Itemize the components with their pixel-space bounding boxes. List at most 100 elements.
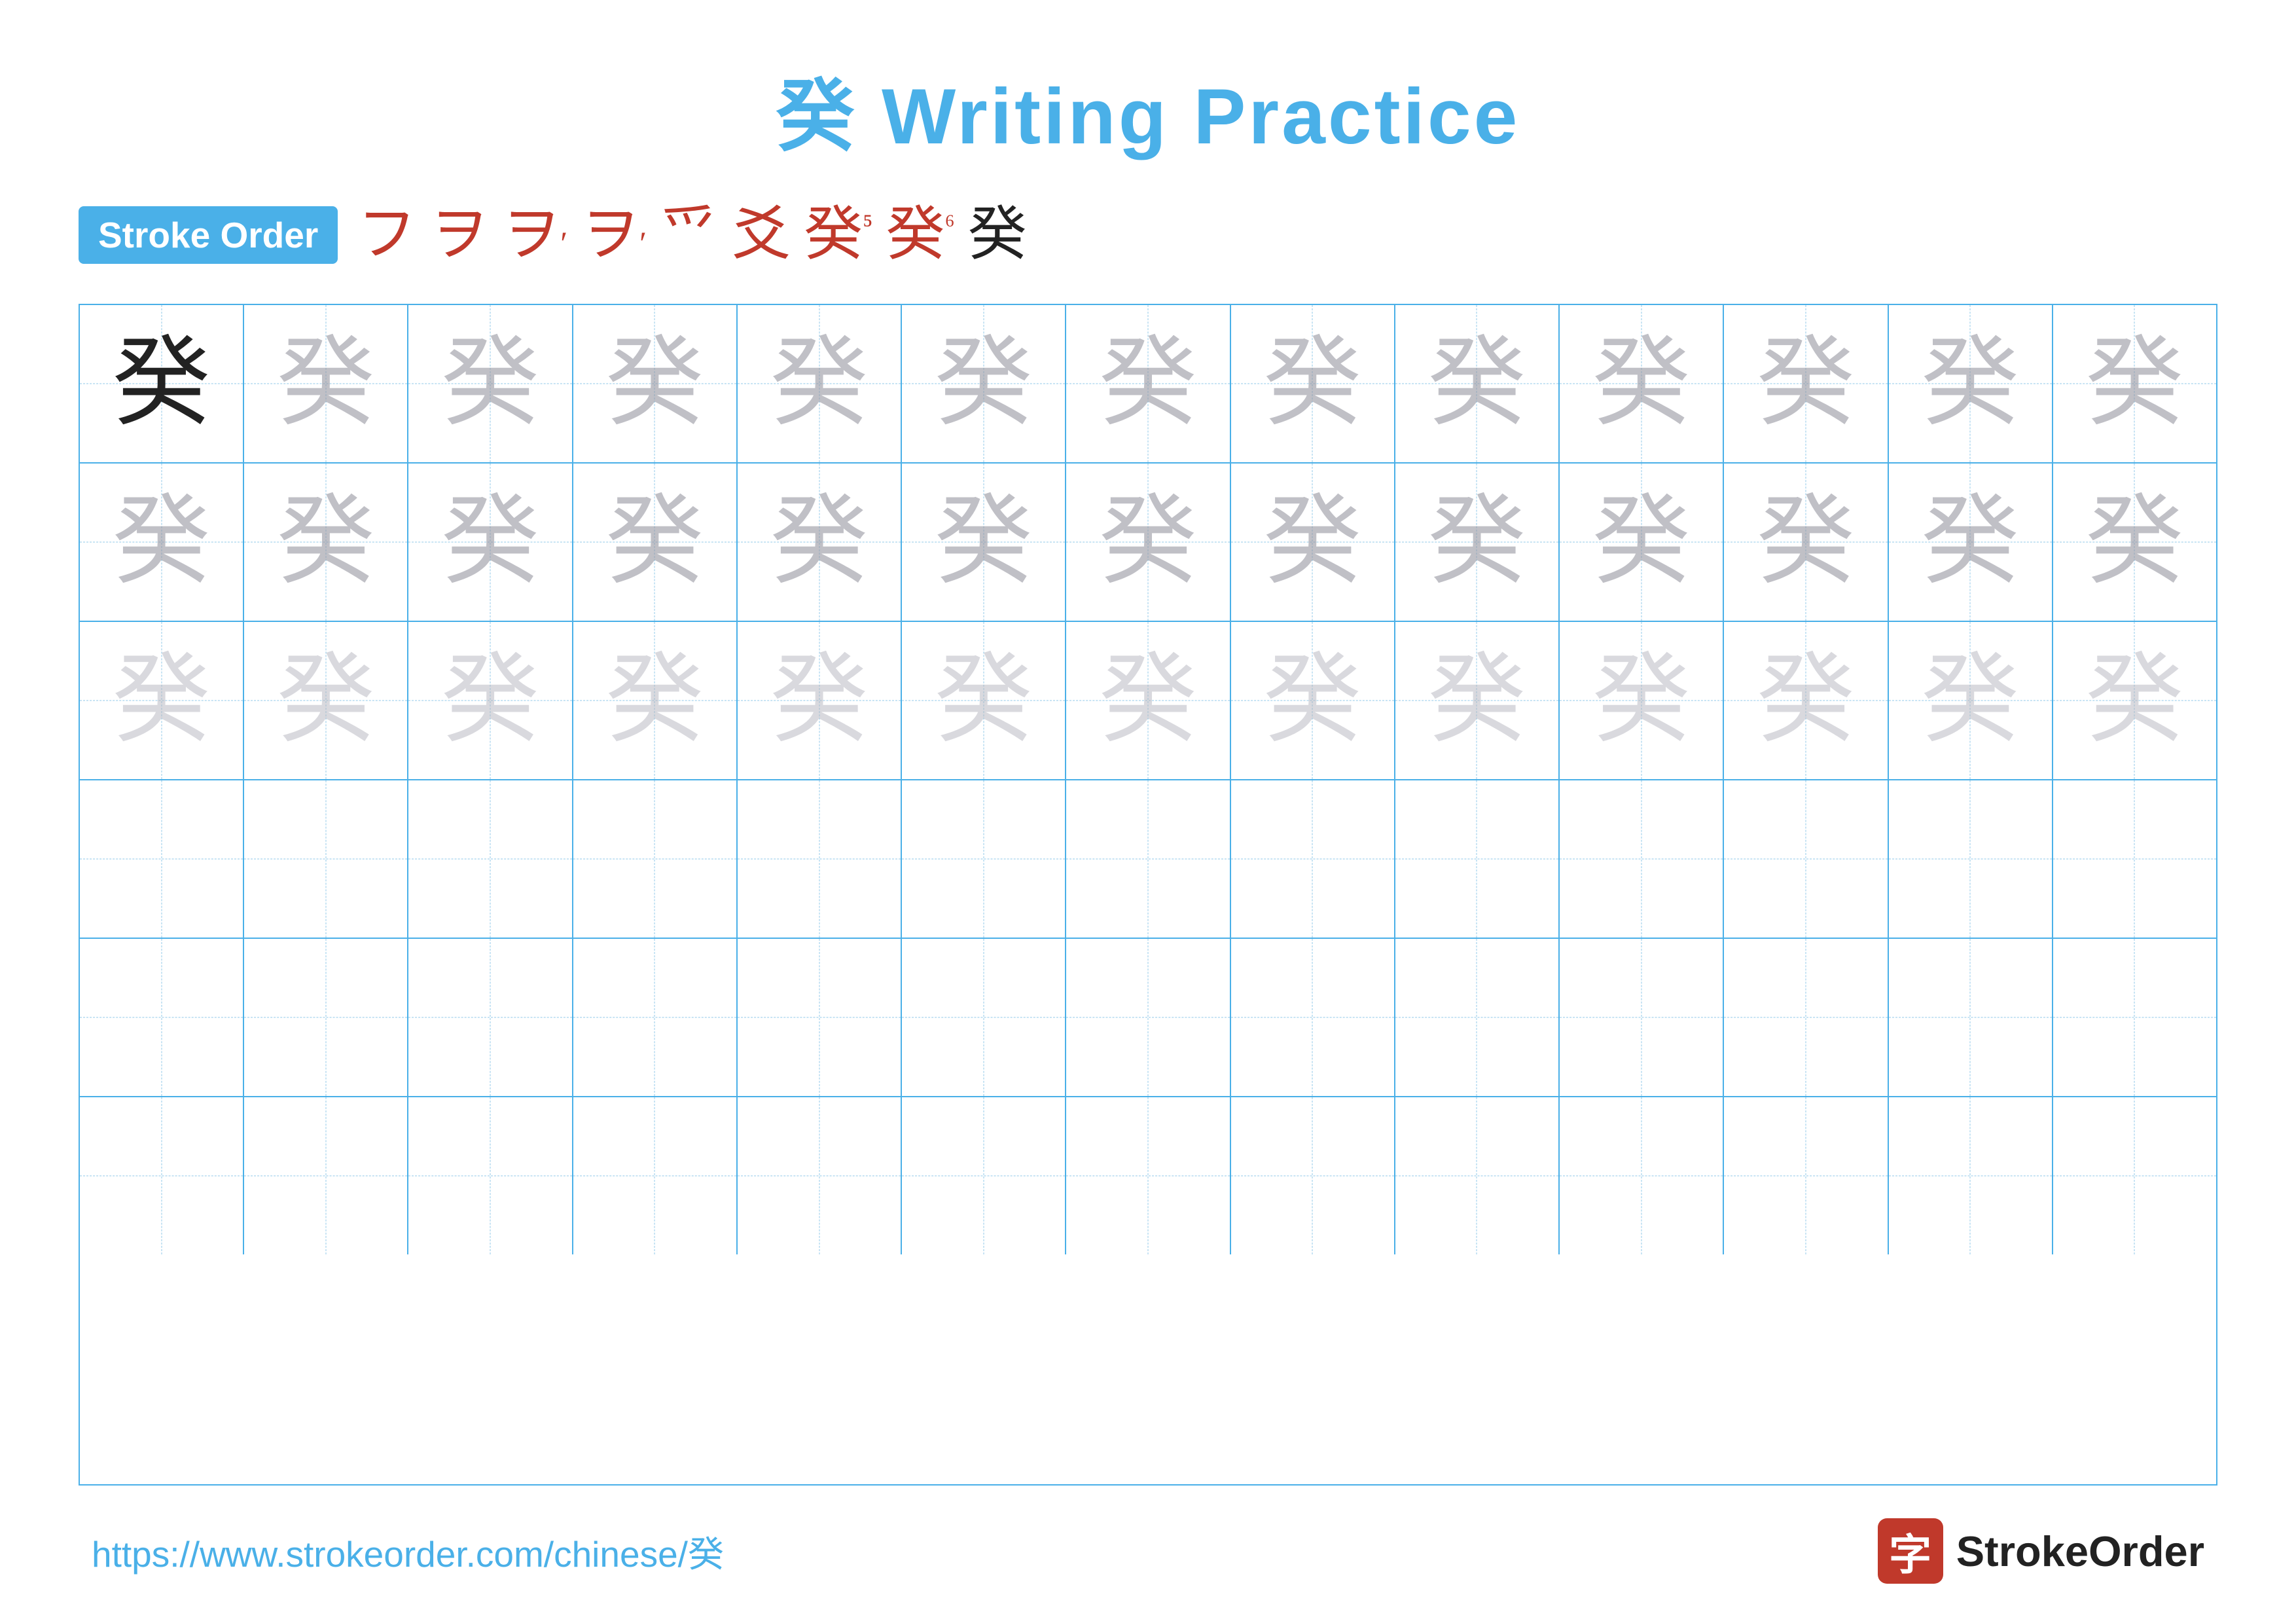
char-ghost: 癸 (1263, 335, 1361, 433)
char-ghost: 癸 (1427, 335, 1526, 433)
cell-5-3[interactable] (408, 939, 573, 1096)
cell-5-4[interactable] (573, 939, 738, 1096)
cell-2-11: 癸 (1724, 464, 1888, 621)
cell-6-5[interactable] (738, 1097, 902, 1254)
char-ghost: 癸 (935, 493, 1033, 591)
cell-1-6: 癸 (902, 305, 1066, 462)
cell-5-5[interactable] (738, 939, 902, 1096)
char-ghost: 癸 (277, 651, 375, 750)
char-ghost: 癸 (441, 493, 539, 591)
cell-4-11[interactable] (1724, 780, 1888, 938)
cell-6-9[interactable] (1395, 1097, 1560, 1254)
title-char: 癸 (776, 73, 857, 160)
cell-6-13[interactable] (2053, 1097, 2216, 1254)
page: 癸 Writing Practice Stroke Order フ ヲ ヲ′ ヲ… (0, 0, 2296, 1623)
stroke-3: ヲ′ (501, 206, 567, 264)
cell-2-12: 癸 (1889, 464, 2053, 621)
footer: https://www.strokeorder.com/chinese/癸 字 … (79, 1518, 2217, 1584)
cell-6-7[interactable] (1066, 1097, 1230, 1254)
cell-5-9[interactable] (1395, 939, 1560, 1096)
cell-6-1[interactable] (80, 1097, 244, 1254)
cell-1-2: 癸 (244, 305, 408, 462)
char-ghost: 癸 (441, 335, 539, 433)
cell-2-13: 癸 (2053, 464, 2216, 621)
char-ghost: 癸 (1757, 335, 1855, 433)
practice-grid: 癸 癸 癸 癸 癸 癸 癸 癸 癸 (79, 304, 2217, 1486)
cell-5-10[interactable] (1560, 939, 1724, 1096)
char-solid: 癸 (113, 335, 211, 433)
cell-1-4: 癸 (573, 305, 738, 462)
cell-5-12[interactable] (1889, 939, 2053, 1096)
cell-4-4[interactable] (573, 780, 738, 938)
char-ghost: 癸 (1757, 651, 1855, 750)
char-ghost: 癸 (2085, 493, 2183, 591)
footer-url[interactable]: https://www.strokeorder.com/chinese/癸 (92, 1525, 724, 1577)
char-ghost: 癸 (1427, 651, 1526, 750)
cell-4-5[interactable] (738, 780, 902, 938)
cell-3-5: 癸 (738, 622, 902, 779)
cell-6-10[interactable] (1560, 1097, 1724, 1254)
cell-3-10: 癸 (1560, 622, 1724, 779)
cell-3-8: 癸 (1231, 622, 1395, 779)
char-ghost: 癸 (1921, 651, 2019, 750)
grid-row-1: 癸 癸 癸 癸 癸 癸 癸 癸 癸 (80, 305, 2216, 464)
cell-6-11[interactable] (1724, 1097, 1888, 1254)
cell-4-9[interactable] (1395, 780, 1560, 938)
cell-3-1: 癸 (80, 622, 244, 779)
page-title: 癸 Writing Practice (776, 52, 1520, 166)
logo-text: StrokeOrder (1956, 1527, 2204, 1576)
cell-4-2[interactable] (244, 780, 408, 938)
cell-6-4[interactable] (573, 1097, 738, 1254)
char-ghost: 癸 (441, 651, 539, 750)
cell-4-8[interactable] (1231, 780, 1395, 938)
cell-4-7[interactable] (1066, 780, 1230, 938)
cell-1-1: 癸 (80, 305, 244, 462)
char-ghost: 癸 (1921, 493, 2019, 591)
cell-2-9: 癸 (1395, 464, 1560, 621)
cell-5-6[interactable] (902, 939, 1066, 1096)
cell-3-11: 癸 (1724, 622, 1888, 779)
cell-1-3: 癸 (408, 305, 573, 462)
cell-5-8[interactable] (1231, 939, 1395, 1096)
cell-1-13: 癸 (2053, 305, 2216, 462)
cell-4-12[interactable] (1889, 780, 2053, 938)
cell-4-1[interactable] (80, 780, 244, 938)
cell-4-13[interactable] (2053, 780, 2216, 938)
stroke-order-badge: Stroke Order (79, 206, 338, 264)
logo-icon: 字 (1878, 1518, 1943, 1584)
grid-row-6 (80, 1097, 2216, 1254)
char-ghost: 癸 (605, 335, 704, 433)
cell-4-3[interactable] (408, 780, 573, 938)
cell-5-11[interactable] (1724, 939, 1888, 1096)
char-ghost: 癸 (1427, 493, 1526, 591)
char-ghost: 癸 (1263, 493, 1361, 591)
cell-6-2[interactable] (244, 1097, 408, 1254)
cell-5-2[interactable] (244, 939, 408, 1096)
grid-row-5 (80, 939, 2216, 1097)
char-ghost: 癸 (113, 493, 211, 591)
cell-2-10: 癸 (1560, 464, 1724, 621)
cell-1-9: 癸 (1395, 305, 1560, 462)
cell-6-12[interactable] (1889, 1097, 2053, 1254)
cell-6-8[interactable] (1231, 1097, 1395, 1254)
cell-2-8: 癸 (1231, 464, 1395, 621)
cell-2-6: 癸 (902, 464, 1066, 621)
cell-2-2: 癸 (244, 464, 408, 621)
cell-6-6[interactable] (902, 1097, 1066, 1254)
char-ghost: 癸 (605, 493, 704, 591)
cell-3-2: 癸 (244, 622, 408, 779)
cell-1-11: 癸 (1724, 305, 1888, 462)
char-ghost: 癸 (277, 335, 375, 433)
cell-4-6[interactable] (902, 780, 1066, 938)
cell-5-7[interactable] (1066, 939, 1230, 1096)
cell-1-8: 癸 (1231, 305, 1395, 462)
char-ghost: 癸 (1592, 335, 1691, 433)
char-ghost: 癸 (2085, 335, 2183, 433)
cell-5-1[interactable] (80, 939, 244, 1096)
cell-4-10[interactable] (1560, 780, 1724, 938)
cell-5-13[interactable] (2053, 939, 2216, 1096)
cell-3-12: 癸 (1889, 622, 2053, 779)
cell-6-3[interactable] (408, 1097, 573, 1254)
title-text: Writing Practice (857, 73, 1520, 160)
char-ghost: 癸 (770, 335, 869, 433)
